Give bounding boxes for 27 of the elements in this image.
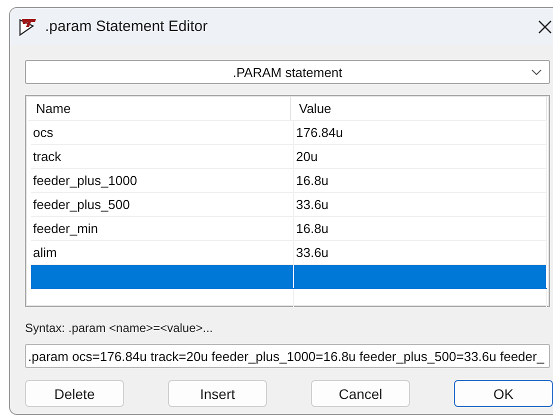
table-row[interactable]: track 20u [31,145,547,169]
table-cell: 176.84u [296,125,343,140]
table-cell: feeder_plus_1000 [33,173,138,188]
window-title: .param Statement Editor [45,18,208,35]
syntax-hint: Syntax: .param <name>=<value>... [25,321,214,335]
ok-button[interactable]: OK [454,380,553,407]
table-cell: 16.8u [296,221,329,236]
table-row[interactable]: ocs 176.84u [31,121,547,145]
insert-button[interactable]: Insert [168,380,267,407]
statement-dropdown[interactable]: .PARAM statement [25,60,550,84]
statement-field[interactable]: .param ocs=176.84u track=20u feeder_plus_1000=16.8u feeder_plus_500=33.6u feeder_ [25,344,550,368]
table-row[interactable]: feeder_plus_1000 16.8u [31,169,547,193]
delete-button[interactable]: Delete [25,380,124,407]
table-row[interactable]: feeder_plus_500 33.6u [31,193,547,217]
table-row[interactable]: feeder_min 16.8u [31,217,547,241]
table-cell: track [33,149,62,164]
table-cell: 33.6u [296,245,329,260]
column-header[interactable]: Name [28,96,291,120]
table-cell: feeder_min [33,221,98,236]
table-cell: 33.6u [296,197,329,212]
table-cell: 16.8u [296,173,329,188]
table-cell: feeder_plus_500 [33,197,130,212]
table-cell: alim [33,245,57,260]
table-cell: ocs [33,125,54,140]
table-cell: 20u [296,149,318,164]
cancel-button[interactable]: Cancel [311,380,410,407]
column-header[interactable]: Value [291,96,547,120]
